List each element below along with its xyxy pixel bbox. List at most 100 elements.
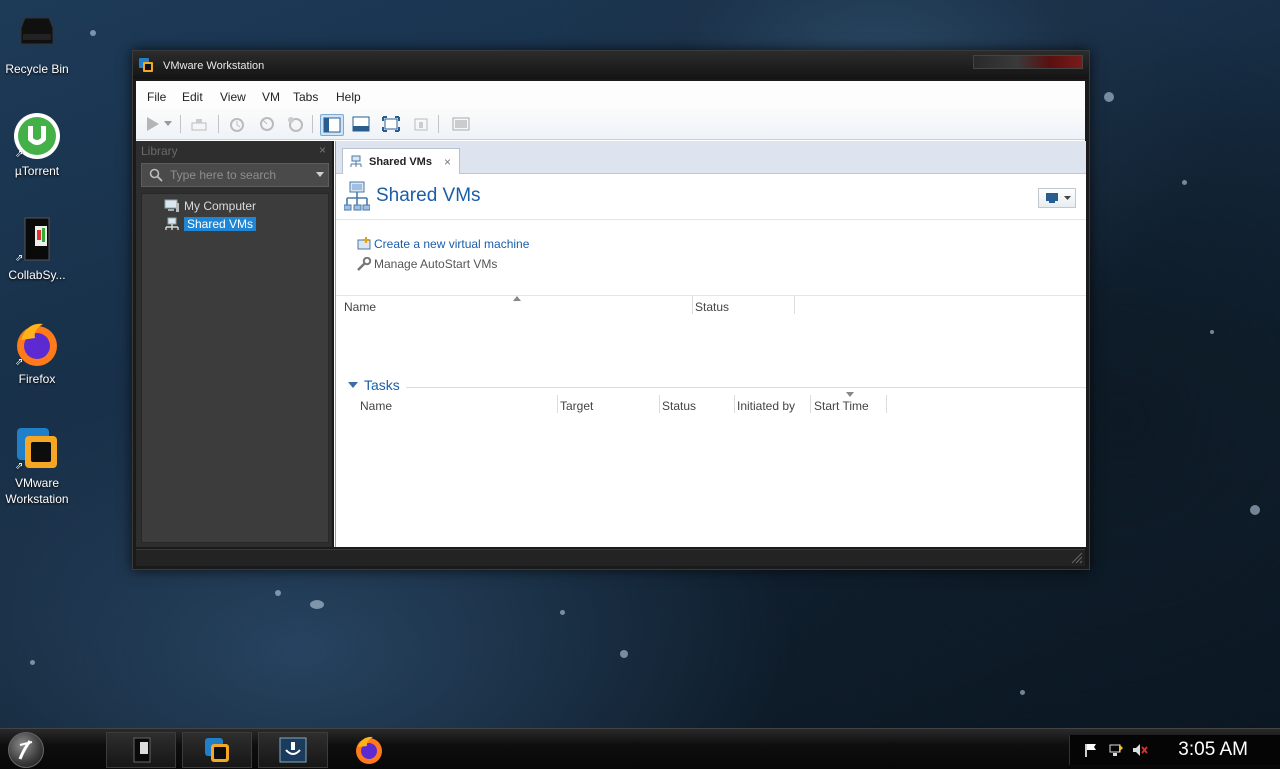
- console-view-icon: [452, 117, 470, 131]
- power-dropdown-button[interactable]: [162, 114, 174, 134]
- library-search-input[interactable]: [168, 166, 302, 184]
- create-vm-link[interactable]: Create a new virtual machine: [356, 237, 529, 251]
- tab-shared-vms[interactable]: Shared VMs ×: [342, 148, 460, 174]
- tab-strip: Shared VMs ×: [336, 141, 1086, 174]
- tree-item-shared-vms[interactable]: Shared VMs: [164, 215, 257, 232]
- taskbar-firefox-button[interactable]: [334, 732, 404, 768]
- view-options-dropdown[interactable]: [1038, 188, 1076, 208]
- library-panel: Library × My Computer Shared VMs: [136, 141, 334, 547]
- shortcut-arrow-icon: ⇗: [15, 357, 24, 368]
- keyboard-icon: [191, 119, 207, 131]
- tasks-section-header[interactable]: Tasks: [348, 377, 400, 393]
- computer-icon: [164, 199, 179, 212]
- snapshot-manager-icon: [288, 117, 303, 132]
- desktop-icon-firefox[interactable]: ⇗ Firefox: [0, 320, 74, 387]
- tasks-divider: [406, 387, 1086, 388]
- play-icon: [147, 117, 159, 131]
- utorrent-icon: ⇗: [13, 112, 61, 160]
- manage-autostart-link[interactable]: Manage AutoStart VMs: [356, 257, 497, 271]
- column-separator[interactable]: [557, 395, 558, 413]
- tree-item-label: My Computer: [184, 198, 257, 213]
- collabsy-icon: [133, 737, 151, 763]
- desktop-icon-utorrent[interactable]: ⇗ µTorrent: [0, 112, 74, 179]
- desktop-icon-recycle-bin[interactable]: Recycle Bin: [0, 10, 74, 77]
- network-icon[interactable]: [1108, 743, 1124, 757]
- tasks-title: Tasks: [364, 377, 400, 393]
- column-separator[interactable]: [886, 395, 887, 413]
- window-controls[interactable]: [973, 55, 1083, 69]
- main-panel: Shared VMs × Shared VMs Create a new vir…: [335, 141, 1086, 547]
- firefox-icon: ⇗: [13, 320, 61, 368]
- column-header-start-time[interactable]: Start Time: [814, 399, 869, 413]
- taskbar-collabsy-button[interactable]: [106, 732, 176, 768]
- resize-grip-icon[interactable]: [1071, 552, 1083, 564]
- manage-autostart-link-label: Manage AutoStart VMs: [374, 257, 498, 271]
- column-separator[interactable]: [692, 296, 693, 314]
- vm-table-header: Name Status: [336, 295, 1086, 316]
- send-ctrl-alt-del-button[interactable]: [188, 114, 210, 134]
- revert-icon: [260, 117, 274, 131]
- volume-muted-icon[interactable]: [1132, 743, 1148, 757]
- taskbar-vmware-button[interactable]: [182, 732, 252, 768]
- show-thumbnail-bar-button[interactable]: [350, 114, 372, 134]
- toolbar-separator: [438, 115, 439, 133]
- create-vm-link-label: Create a new virtual machine: [374, 237, 530, 251]
- menu-file[interactable]: File: [147, 90, 166, 104]
- taskbar-vmware-workstation-window-button[interactable]: [258, 732, 328, 768]
- action-center-flag-icon[interactable]: [1084, 743, 1098, 757]
- shortcut-arrow-icon: ⇗: [15, 461, 24, 472]
- desktop-icon-label-line1: VMware: [14, 476, 59, 490]
- menu-vm[interactable]: VM: [262, 90, 280, 104]
- window-titlebar[interactable]: VMware Workstation: [133, 51, 1089, 79]
- window-client: File Edit View VM Tabs Help Library × Ty…: [136, 81, 1086, 547]
- column-header-status[interactable]: Status: [695, 300, 729, 314]
- vmware-window[interactable]: VMware Workstation File Edit View VM Tab…: [132, 50, 1090, 570]
- unity-button[interactable]: [410, 114, 432, 134]
- power-on-button[interactable]: [141, 114, 163, 134]
- console-view-button[interactable]: [450, 114, 472, 134]
- column-header-status[interactable]: Status: [662, 399, 696, 413]
- menu-edit[interactable]: Edit: [182, 90, 203, 104]
- column-separator[interactable]: [734, 395, 735, 413]
- tab-close-icon[interactable]: ×: [444, 155, 451, 169]
- chevron-down-icon: [1064, 196, 1071, 200]
- chevron-down-icon: [164, 121, 172, 126]
- full-screen-icon: [382, 116, 400, 132]
- column-header-initiated-by[interactable]: Initiated by: [737, 399, 795, 413]
- chevron-down-icon[interactable]: [316, 172, 324, 178]
- menu-tabs[interactable]: Tabs: [293, 90, 318, 104]
- column-header-name[interactable]: Name: [344, 300, 376, 314]
- snapshot-manager-button[interactable]: [284, 114, 306, 134]
- column-separator[interactable]: [810, 395, 811, 413]
- shared-vms-large-icon: [344, 181, 370, 211]
- column-separator[interactable]: [659, 395, 660, 413]
- library-view-icon: [323, 117, 341, 133]
- column-header-name[interactable]: Name: [360, 399, 392, 413]
- thumbnail-view-icon: [352, 116, 370, 132]
- tree-item-my-computer[interactable]: My Computer: [164, 197, 256, 214]
- start-button[interactable]: [8, 732, 44, 768]
- library-close-icon[interactable]: ×: [319, 143, 326, 157]
- column-header-target[interactable]: Target: [560, 399, 593, 413]
- revert-snapshot-button[interactable]: [256, 114, 278, 134]
- desktop-icon-vmware[interactable]: ⇗ VMware Workstation: [0, 424, 74, 507]
- tasks-table-header: Name Target Status Initiated by Start Ti…: [358, 392, 1086, 415]
- column-separator[interactable]: [794, 296, 795, 314]
- menu-help[interactable]: Help: [336, 90, 361, 104]
- status-bar: [136, 549, 1085, 566]
- take-snapshot-button[interactable]: [226, 114, 248, 134]
- menu-view[interactable]: View: [220, 90, 246, 104]
- desktop-icon-label-line2: Workstation: [5, 492, 69, 506]
- taskbar-clock[interactable]: 3:05 AM: [1178, 739, 1248, 761]
- taskbar: 3:05 AM: [0, 728, 1280, 769]
- full-screen-button[interactable]: [380, 114, 402, 134]
- tree-item-label: Shared VMs: [184, 216, 257, 231]
- toolbar-separator: [218, 115, 219, 133]
- library-search-box[interactable]: [141, 163, 329, 187]
- wrench-icon: [357, 257, 372, 271]
- toolbar: [136, 109, 1085, 140]
- toolbar-separator: [312, 115, 313, 133]
- window-title: VMware Workstation: [163, 60, 265, 72]
- desktop-icon-collabsy[interactable]: ⇗ CollabSy...: [0, 216, 74, 283]
- show-library-button[interactable]: [320, 114, 344, 136]
